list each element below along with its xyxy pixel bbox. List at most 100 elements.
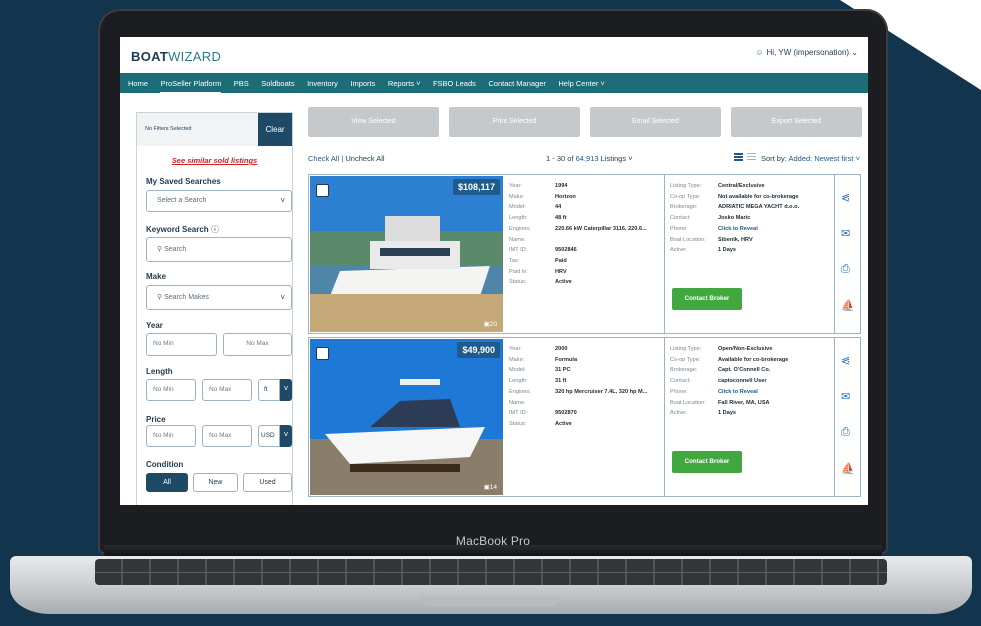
user-menu[interactable]: ☺ Hi, YW (impersonation) ⌄ [755,48,858,57]
make-select[interactable]: ⚲ Search Makes ˅ [146,285,292,310]
select-checkbox[interactable] [316,347,329,360]
info-row: Active: 1 Days [670,245,799,256]
photo-count[interactable]: ▣14 [484,483,497,491]
info-row: Contact: captoconnell User [670,376,788,387]
info-value: captoconnell User [718,378,767,385]
boat-photo[interactable]: $49,900 ▣14 [310,339,503,495]
user-name: Hi, YW (impersonation) [766,48,850,57]
condition-new-button[interactable]: New [193,473,238,492]
spec-key: Model: [509,204,526,211]
card-actions: ⪗ ✉ ⎙ ⛵ [834,175,860,333]
clear-button[interactable]: Clear [258,113,292,146]
nav-help-center[interactable]: Help Center [558,74,598,94]
year-label: Year [146,321,163,330]
nav-home[interactable]: Home [128,74,148,94]
print-selected-button[interactable]: Print Selected [449,107,580,137]
boat-icon[interactable]: ⛵ [841,462,855,475]
export-selected-button[interactable]: Export Selected [731,107,862,137]
select-checkbox[interactable] [316,184,329,197]
condition-all-button[interactable]: All [146,473,188,492]
view-selected-button[interactable]: View Selected [308,107,439,137]
keyboard-row-divider [95,572,887,573]
print-icon[interactable]: ⎙ [841,426,850,439]
info-row: Phone: Click to Reveal [670,224,799,235]
nav-inventory[interactable]: Inventory [307,74,338,94]
logo-bold: BOAT [131,49,169,64]
email-selected-button[interactable]: Email Selected [590,107,721,137]
email-icon[interactable]: ✉ [841,227,850,240]
info-key: Boat Location: [670,236,706,243]
length-unit-select[interactable]: ft [258,379,280,401]
keyword-search-text: Keyword Search [146,225,209,234]
info-key: Phone: [670,388,688,395]
share-icon[interactable]: ⪗ [841,191,850,204]
spec-value: Formula [555,356,578,363]
info-key: Active: [670,247,687,254]
boat-icon[interactable]: ⛵ [841,299,855,312]
spec-row: Paid In: HRV [509,267,647,278]
nav-pbs[interactable]: PBS [234,74,249,94]
listing-count[interactable]: 1 - 30 of 64,913 Listings ˅ [546,154,633,163]
similar-sold-link[interactable]: See similar sold listings [137,156,292,165]
info-key: Brokerage: [670,204,698,211]
info-key: Listing Type: [670,183,702,189]
list-view-icon[interactable] [734,153,743,161]
info-row: Active: 1 Days [670,408,788,419]
user-icon: ☺ [755,48,764,57]
nav-reports[interactable]: Reports [388,74,414,94]
contact-broker-button[interactable]: Contact Broker [672,288,742,310]
info-row: Contact: Josko Maric [670,213,799,224]
info-row: Boat Location: Fall River, MA, USA [670,398,788,409]
nav-imports[interactable]: Imports [350,74,375,94]
price-max-input[interactable]: No Max [202,425,252,447]
grid-view-icon[interactable] [747,153,756,161]
year-max-input[interactable]: No Max [223,333,292,356]
year-min-input[interactable]: No Min [146,333,217,356]
nav-proseller-platform[interactable]: ProSeller Platform [160,76,222,94]
chevron-down-icon: ˅ [416,79,421,88]
chevron-down-icon: ˅ [628,154,633,163]
share-icon[interactable]: ⪗ [841,354,850,367]
boat-photo[interactable]: $108,117 ▣20 [310,176,503,332]
chevron-down-icon[interactable]: ˅ [280,425,292,447]
spec-row: Name: [509,398,647,409]
email-icon[interactable]: ✉ [841,390,850,403]
chevron-down-icon: ⌄ [851,48,858,57]
photo-count[interactable]: ▣20 [484,320,497,328]
sort-value: Added: Newest first [788,154,854,163]
nav-contact-manager[interactable]: Contact Manager [488,74,546,94]
condition-used-button[interactable]: Used [243,473,292,492]
length-max-input[interactable]: No Max [202,379,252,401]
info-row: Listing Type: Central/Exclusive [670,181,799,192]
info-row: Boat Location: Sibenik, HRV [670,235,799,246]
nav-soldboats[interactable]: Soldboats [261,74,294,94]
boat-specs: Year: 2000 Make: Formula Model: 31 PC Lengt… [509,344,647,430]
price-min-input[interactable]: No Min [146,425,196,447]
print-icon[interactable]: ⎙ [841,263,850,276]
info-icon[interactable]: ⓘ [211,225,219,234]
contact-broker-button[interactable]: Contact Broker [672,451,742,473]
info-value: ADRIATIC MEGA YACHT d.o.o. [718,204,800,211]
uncheck-all-link[interactable]: Uncheck All [345,154,384,163]
spec-key: Length: [509,215,528,222]
click-to-reveal-link[interactable]: Click to Reveal [718,389,758,395]
price-label: Price [146,415,166,424]
app-header: BOATWIZARD ☺ Hi, YW (impersonation) ⌄ [120,37,868,73]
saved-searches-select[interactable]: Select a Search ˅ [146,190,292,212]
click-to-reveal-link[interactable]: Click to Reveal [718,226,758,232]
info-value: Open/Non-Exclusive [718,346,773,352]
card-divider [664,338,665,496]
boatwizard-logo[interactable]: BOATWIZARD [131,49,221,64]
price-unit-select[interactable]: USD [258,425,280,447]
nav-fsbo-leads[interactable]: FSBO Leads [433,74,476,94]
info-value: Josko Maric [718,215,751,222]
info-row: Listing Type: Open/Non-Exclusive [670,344,788,355]
spec-row: Make: Formula [509,355,647,366]
check-all-link[interactable]: Check All [308,154,339,163]
chevron-down-icon[interactable]: ˅ [280,379,292,401]
spec-row: IMT ID: 9502846 [509,245,647,256]
length-min-input[interactable]: No Min [146,379,196,401]
keyword-search-input[interactable]: ⚲ Search [146,237,292,262]
spec-value: 320 hp Mercruiser 7.4L, 320 hp M... [555,388,648,395]
sort-control[interactable]: Sort by: Added: Newest first ˅ [761,154,860,163]
